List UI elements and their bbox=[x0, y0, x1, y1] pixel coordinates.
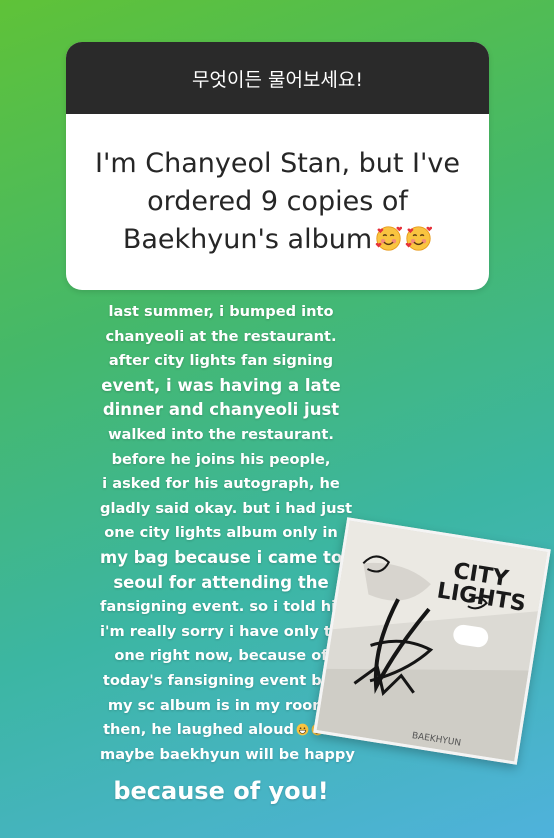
question-sticker: 무엇이든 물어보세요! I'm Chanyeol Stan, but I've … bbox=[66, 42, 489, 290]
story-line-text: then, he laughed aloud bbox=[103, 721, 294, 739]
story-line: gladly said okay. but i had just bbox=[100, 499, 353, 517]
story-line: i'm really sorry i have only this bbox=[100, 622, 355, 640]
story-text: last summer, i bumped into chanyeoli at … bbox=[100, 300, 355, 811]
smiling-face-with-hearts-icon bbox=[405, 226, 433, 251]
album-photo-image: CITY LIGHTS BAEKHYUN bbox=[316, 520, 548, 762]
story-line: one right now, because of bbox=[114, 647, 328, 665]
story-line: seoul for attending the bbox=[113, 572, 329, 592]
question-header: 무엇이든 물어보세요! bbox=[66, 42, 489, 114]
grinning-face-icon bbox=[296, 723, 309, 736]
story-line: one city lights album only in bbox=[104, 524, 338, 542]
story-line: my bag because i came to bbox=[100, 547, 343, 567]
story-line: chanyeoli at the restaurant. bbox=[105, 327, 337, 345]
story-line: walked into the restaurant. bbox=[108, 425, 334, 443]
story-line: before he joins his people, bbox=[111, 450, 331, 468]
story-line: today's fansigning event but bbox=[102, 671, 340, 689]
story-line: last summer, i bumped into bbox=[108, 303, 334, 320]
question-answer-area: I'm Chanyeol Stan, but I've ordered 9 co… bbox=[66, 114, 489, 290]
story-line: i asked for his autograph, he bbox=[102, 475, 340, 493]
smiling-face-with-hearts-icon bbox=[375, 226, 403, 251]
story-line: fansigning event. so i told him bbox=[100, 598, 352, 616]
story-line: after city lights fan signing bbox=[108, 352, 334, 370]
album-photo: CITY LIGHTS BAEKHYUN bbox=[313, 517, 551, 765]
story-closing-line: because of you! bbox=[113, 777, 329, 806]
story-line-with-emoji: then, he laughed aloud bbox=[100, 718, 342, 743]
story-line: maybe baekhyun will be happy bbox=[100, 745, 355, 763]
story-line: my sc album is in my room! bbox=[107, 696, 335, 714]
story-line: dinner and chanyeoli just bbox=[102, 400, 340, 420]
story-line: event, i was having a late bbox=[101, 375, 341, 395]
